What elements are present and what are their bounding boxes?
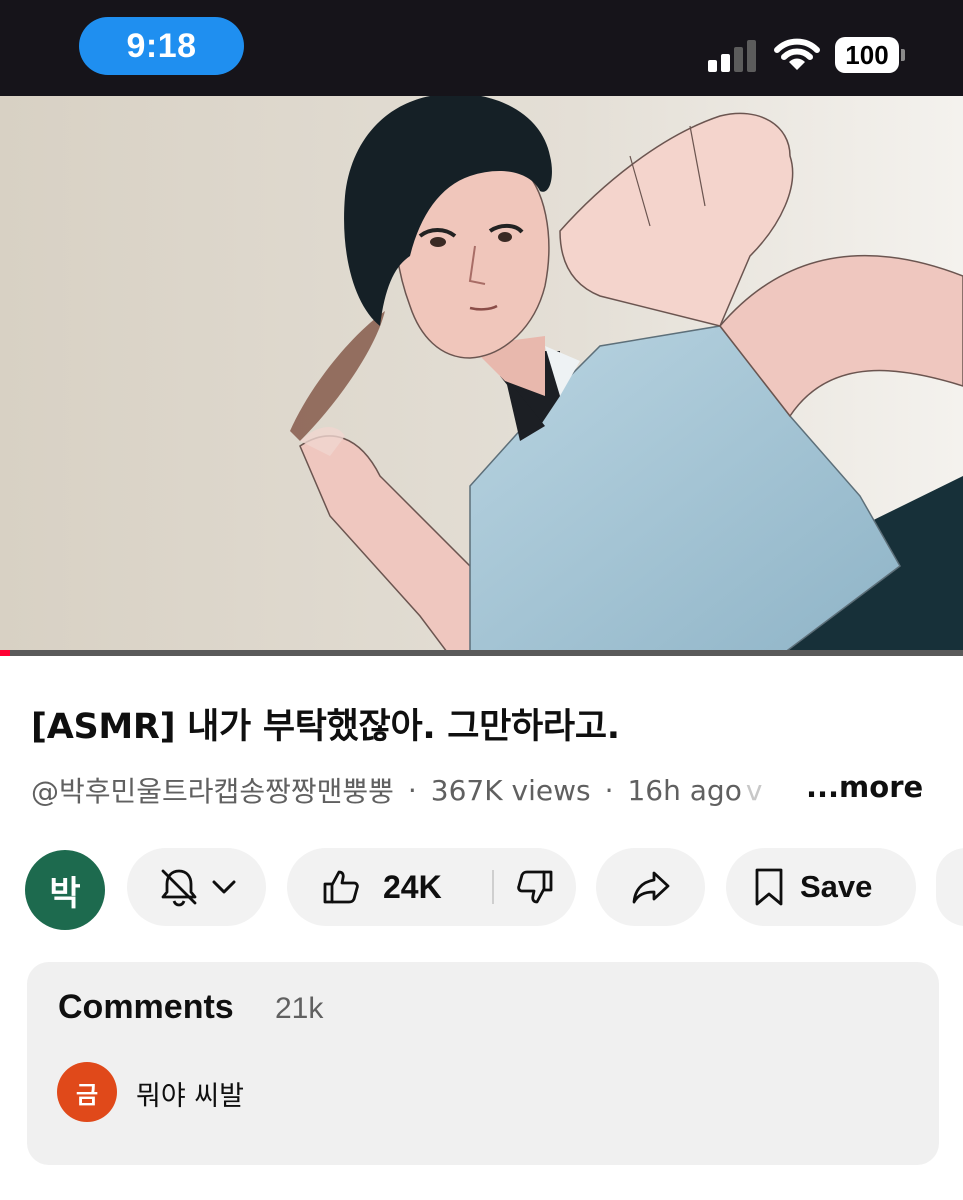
status-bar: 9:18 100 — [0, 0, 963, 96]
thumbs-up-icon — [323, 870, 359, 904]
like-button[interactable]: 24K — [287, 867, 492, 907]
share-icon — [632, 871, 669, 904]
wifi-icon — [774, 38, 820, 70]
bell-off-icon — [161, 869, 196, 907]
video-title[interactable]: [ASMR] 내가 부탁했잖아. 그만하라고. — [31, 698, 620, 749]
meta-separator-2: · — [604, 773, 614, 807]
save-button[interactable]: Save — [726, 848, 916, 926]
video-progress-fill — [0, 650, 10, 656]
meta-separator: · — [407, 773, 417, 807]
like-dislike-group: 24K — [287, 848, 576, 926]
dislike-button[interactable] — [494, 867, 576, 907]
meta-truncated-tail: v — [745, 773, 763, 807]
like-count: 24K — [383, 868, 442, 905]
share-button[interactable] — [596, 848, 705, 926]
upload-age: 16h ago — [627, 773, 742, 807]
comments-count: 21k — [275, 992, 324, 1025]
view-count: 367K views — [430, 773, 591, 807]
comments-panel[interactable]: Comments 21k 금 뭐야 씨발 — [27, 962, 939, 1165]
bookmark-icon — [755, 868, 783, 906]
video-player[interactable] — [0, 96, 963, 656]
status-time[interactable]: 9:18 — [79, 17, 244, 75]
cellular-signal-icon — [708, 38, 758, 72]
top-comment-text: 뭐야 씨발 — [136, 1081, 244, 1112]
battery-icon: 100 — [835, 37, 905, 73]
comments-title: Comments — [58, 988, 234, 1026]
video-meta-row[interactable]: @박후민울트라캡송짱짱맨뿡뿡 · 367K views · 16h ago v — [31, 770, 762, 810]
channel-handle[interactable]: @박후민울트라캡송짱짱맨뿡뿡 — [31, 770, 394, 810]
video-thumbnail — [0, 96, 963, 656]
chevron-down-icon — [212, 880, 235, 894]
thumbs-down-icon — [517, 870, 553, 904]
save-label: Save — [800, 869, 873, 904]
channel-avatar[interactable]: 박 — [25, 850, 105, 930]
battery-level: 100 — [835, 37, 899, 73]
commenter-avatar: 금 — [57, 1062, 117, 1122]
notifications-button[interactable] — [127, 848, 266, 926]
more-button[interactable]: ...more — [806, 770, 923, 804]
